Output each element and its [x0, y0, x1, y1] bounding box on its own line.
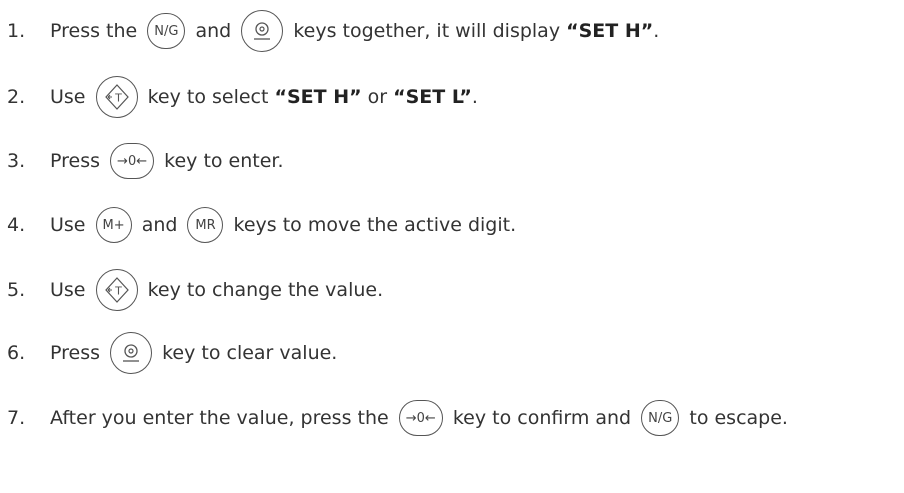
- step-text: Press the: [50, 20, 144, 42]
- step-1: 1. Press the N/G and keys together, it wi…: [0, 8, 659, 54]
- step-number: 7.: [7, 407, 26, 429]
- key-label: →0←: [405, 410, 436, 426]
- step-text: Press: [50, 150, 107, 172]
- key-label: N/G: [648, 410, 673, 426]
- step-text: or: [361, 86, 394, 108]
- step-text: keys to move the active digit.: [227, 214, 517, 236]
- display-message: “SET H”: [274, 86, 362, 108]
- step-number: 4.: [7, 214, 26, 236]
- power-key: [241, 10, 284, 52]
- memory-plus-key: M+: [95, 207, 132, 243]
- key-label: →0←: [117, 153, 148, 169]
- step-text: and: [135, 214, 184, 236]
- step-number: 3.: [7, 150, 26, 172]
- zero-key: →0←: [110, 143, 155, 179]
- step-text: key to enter.: [158, 150, 284, 172]
- step-text: key to change the value.: [141, 279, 384, 301]
- step-text: and: [189, 20, 238, 42]
- step-text: .: [471, 86, 478, 108]
- step-text: .: [653, 20, 660, 42]
- tare-key: T: [95, 76, 138, 118]
- step-number: 1.: [7, 20, 26, 42]
- step-text: to escape.: [683, 407, 788, 429]
- tare-arrow-icon: T: [102, 82, 132, 112]
- net-gross-key: N/G: [147, 13, 186, 49]
- step-number: 5.: [7, 279, 26, 301]
- step-4: 4. Use M+ and MR keys to move the active …: [0, 202, 516, 248]
- svg-text:T: T: [114, 285, 122, 298]
- step-text: Use: [50, 86, 92, 108]
- step-7: 7. After you enter the value, press the →…: [0, 395, 788, 441]
- tare-arrow-icon: T: [102, 275, 132, 305]
- step-2: 2. Use T key to select “SET H” or “SET L”…: [0, 74, 478, 120]
- power-icon: [249, 18, 275, 44]
- step-text: Use: [50, 214, 92, 236]
- key-label: N/G: [154, 23, 179, 39]
- net-gross-key: N/G: [641, 400, 680, 436]
- key-label: MR: [195, 217, 216, 233]
- step-6: 6. Press key to clear value.: [0, 330, 337, 376]
- step-text: key to select: [141, 86, 275, 108]
- step-text: After you enter the value, press the: [50, 407, 395, 429]
- step-number: 2.: [7, 86, 26, 108]
- power-icon: [118, 340, 144, 366]
- svg-text:T: T: [114, 92, 122, 105]
- key-label: M+: [102, 217, 125, 233]
- step-3: 3. Press →0← key to enter.: [0, 138, 284, 184]
- zero-key: →0←: [398, 400, 443, 436]
- step-text: key to confirm and: [446, 407, 638, 429]
- display-message: “SET L”: [393, 86, 472, 108]
- step-text: key to clear value.: [156, 342, 338, 364]
- step-text: Press: [50, 342, 107, 364]
- tare-key: T: [95, 269, 138, 311]
- step-5: 5. Use T key to change the value.: [0, 267, 383, 313]
- memory-recall-key: MR: [187, 207, 224, 243]
- step-number: 6.: [7, 342, 26, 364]
- step-text: keys together, it will display: [287, 20, 567, 42]
- power-key: [110, 332, 153, 374]
- step-text: Use: [50, 279, 92, 301]
- display-message: “SET H”: [566, 20, 654, 42]
